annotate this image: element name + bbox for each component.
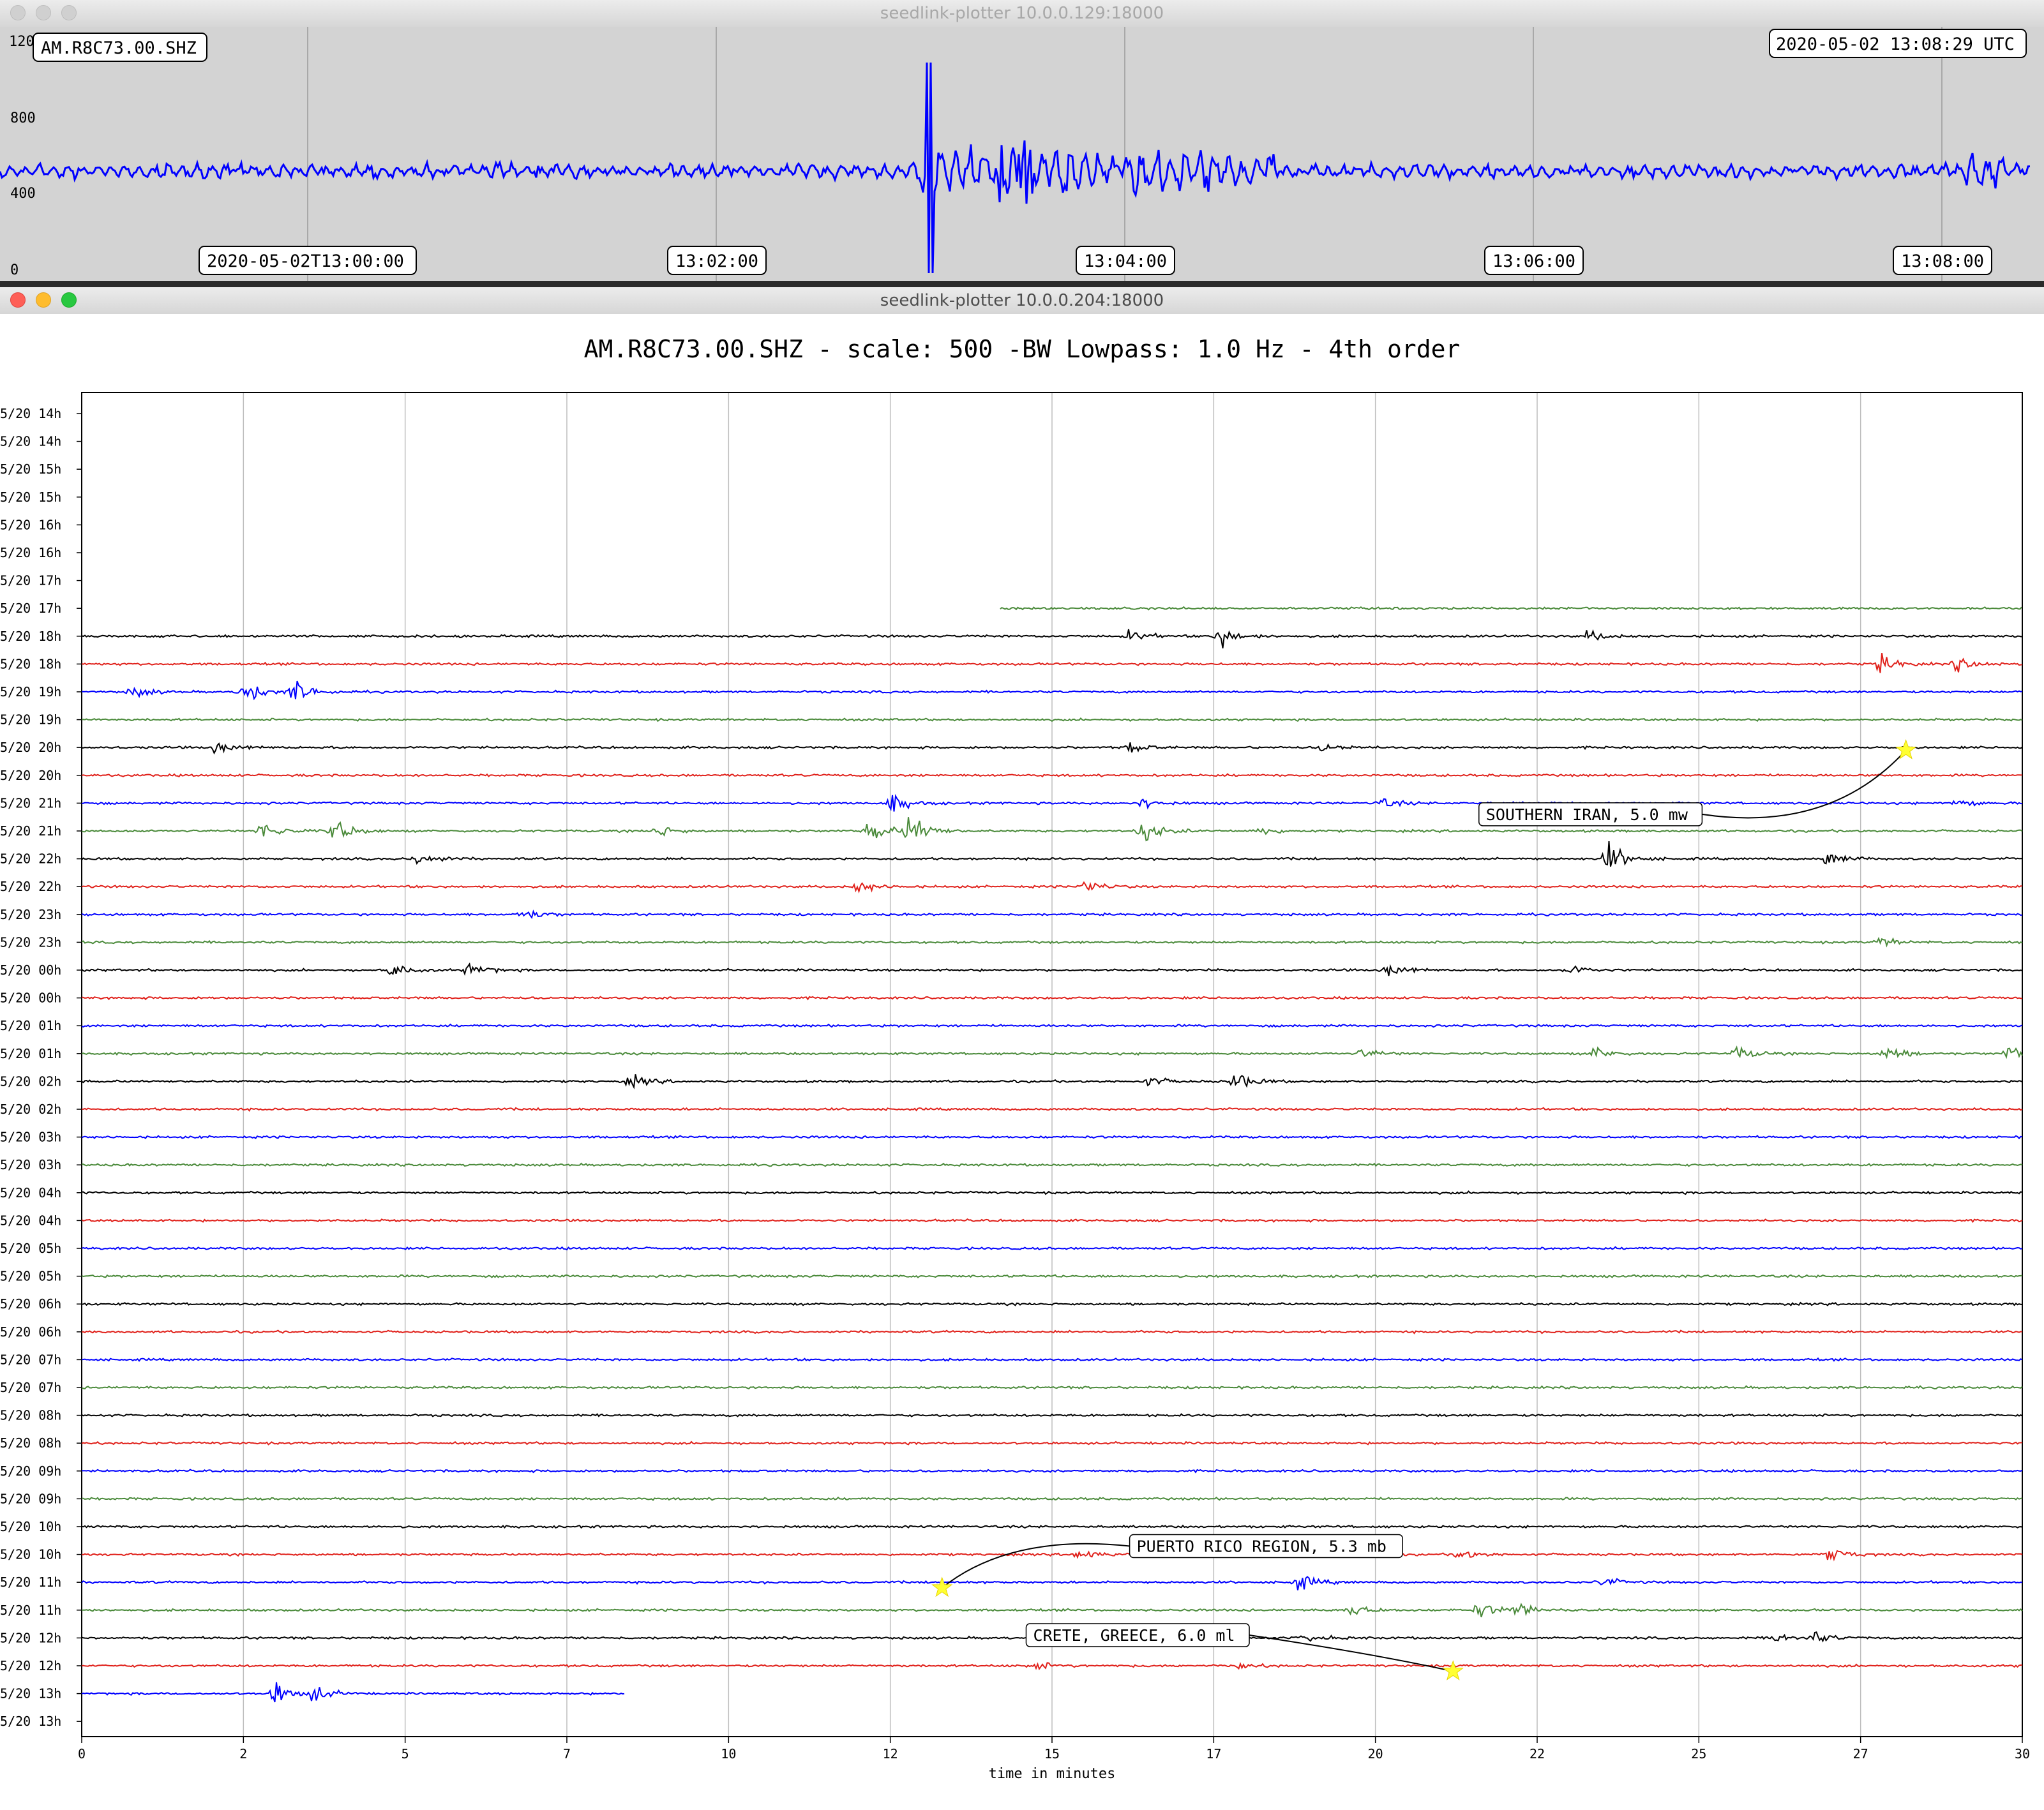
x-tick-box: 13:02:00 [667,246,767,275]
row-time-label: 5/20 16h [0,545,61,560]
x-tick-label: 2 [239,1746,247,1761]
y-tick-label: 0 [10,262,19,278]
row-time-label: 5/20 04h [0,1213,61,1228]
row-time-label: 5/20 13h [0,1714,61,1729]
row-time-label: 5/20 23h [0,907,61,922]
row-time-label: 5/20 07h [0,1352,61,1367]
row-time-label: 5/20 15h [0,461,61,477]
helicorder-window-title: seedlink-plotter 10.0.0.204:18000 [880,291,1164,310]
row-time-label: 5/20 16h [0,517,61,532]
row-time-label: 5/20 11h [0,1574,61,1590]
row-time-label: 5/20 15h [0,490,61,505]
helicorder-window: seedlink-plotter 10.0.0.204:18000 AM.R8C… [0,287,2044,1810]
chart-title: AM.R8C73.00.SHZ - scale: 500 -BW Lowpass… [584,335,1461,363]
station-label-box: AM.R8C73.00.SHZ [33,33,207,62]
y-tick-label: 400 [10,186,36,202]
current-timestamp: 2020-05-02 13:08:29 UTC [1776,34,2015,54]
row-time-label: 5/20 13h [0,1686,61,1702]
minimize-button[interactable] [36,5,51,20]
x-tick-label: 13:06:00 [1492,251,1575,271]
row-time-label: 5/20 18h [0,629,61,644]
row-time-label: 5/20 12h [0,1630,61,1645]
x-tick-label: 10 [721,1746,736,1761]
row-time-label: 5/20 02h [0,1073,61,1089]
x-tick-label: 13:08:00 [1901,251,1984,271]
x-tick-label: 7 [563,1746,571,1761]
row-time-label: 5/20 17h [0,573,61,588]
minimize-button[interactable] [36,292,51,308]
event-annotation-label: PUERTO RICO REGION, 5.3 mb [1137,1537,1386,1556]
helicorder-window-titlebar[interactable]: seedlink-plotter 10.0.0.204:18000 [0,287,2044,315]
x-tick-label: 27 [1853,1746,1868,1761]
row-time-label: 5/20 14h [0,434,61,449]
x-tick-label: 20 [1368,1746,1383,1761]
row-time-label: 5/20 02h [0,1102,61,1117]
row-time-label: 5/20 22h [0,851,61,867]
top-window-title: seedlink-plotter 10.0.0.129:18000 [880,4,1164,23]
row-time-label: 5/20 09h [0,1491,61,1506]
row-time-label: 5/20 05h [0,1269,61,1284]
x-tick-box: 2020-05-02T13:00:00 [199,246,417,275]
row-time-label: 5/20 03h [0,1130,61,1145]
row-time-label: 5/20 01h [0,1018,61,1033]
x-tick-label: 30 [2015,1746,2030,1761]
row-time-label: 5/20 12h [0,1658,61,1673]
row-time-label: 5/20 10h [0,1547,61,1562]
zoom-button[interactable] [61,5,77,20]
row-time-label: 5/20 21h [0,795,61,811]
row-time-label: 5/20 19h [0,712,61,728]
row-time-label: 5/20 05h [0,1241,61,1256]
row-time-label: 5/20 06h [0,1324,61,1340]
row-time-label: 5/20 14h [0,406,61,421]
x-tick-box: 13:06:00 [1484,246,1584,275]
x-tick-label: 5 [402,1746,409,1761]
row-time-label: 5/20 19h [0,684,61,699]
x-tick-box: 13:04:00 [1076,246,1175,275]
row-time-label: 5/20 21h [0,823,61,839]
row-time-label: 5/20 22h [0,879,61,894]
row-time-label: 5/20 09h [0,1463,61,1479]
event-annotation-label: CRETE, GREECE, 6.0 ml [1033,1626,1235,1645]
row-time-label: 5/20 03h [0,1157,61,1172]
helicorder-plot: AM.R8C73.00.SHZ - scale: 500 -BW Lowpass… [0,314,2044,1810]
y-tick-label: 800 [10,110,36,126]
x-tick-label: 12 [883,1746,898,1761]
station-label: AM.R8C73.00.SHZ [41,38,197,58]
row-time-label: 5/20 10h [0,1519,61,1534]
row-time-label: 5/20 17h [0,601,61,616]
close-button[interactable] [10,292,26,308]
row-time-label: 5/20 01h [0,1046,61,1061]
live-waveform-plot: 120 800 400 0 AM.R8C73.00.SHZ 2020-05-02… [0,27,2044,281]
row-time-label: 5/20 04h [0,1185,61,1200]
row-time-label: 5/20 18h [0,656,61,671]
x-tick-label: 15 [1044,1746,1060,1761]
x-tick-label: 13:04:00 [1084,251,1167,271]
close-button[interactable] [10,5,26,20]
top-plotter-window: seedlink-plotter 10.0.0.129:18000 120 80… [0,0,2044,281]
row-time-label: 5/20 11h [0,1603,61,1618]
row-time-label: 5/20 00h [0,991,61,1006]
y-tick-label: 120 [9,34,34,50]
x-tick-label: 22 [1529,1746,1545,1761]
x-axis-label: time in minutes [989,1766,1116,1782]
x-tick-label: 17 [1206,1746,1221,1761]
row-time-label: 5/20 23h [0,934,61,950]
zoom-button[interactable] [61,292,77,308]
row-time-label: 5/20 06h [0,1296,61,1312]
row-time-label: 5/20 07h [0,1380,61,1395]
x-tick-label: 25 [1691,1746,1706,1761]
x-tick-label: 2020-05-02T13:00:00 [207,251,404,271]
event-annotation-label: SOUTHERN IRAN, 5.0 mw [1486,805,1688,824]
x-tick-box: 13:08:00 [1893,246,1992,275]
row-time-label: 5/20 00h [0,962,61,978]
x-tick-label: 0 [78,1746,86,1761]
row-time-label: 5/20 20h [0,768,61,783]
row-time-label: 5/20 20h [0,740,61,755]
row-time-label: 5/20 08h [0,1408,61,1423]
row-time-label: 5/20 08h [0,1435,61,1451]
timestamp-box: 2020-05-02 13:08:29 UTC [1769,29,2027,58]
x-tick-label: 13:02:00 [675,251,758,271]
top-window-titlebar[interactable]: seedlink-plotter 10.0.0.129:18000 [0,0,2044,27]
